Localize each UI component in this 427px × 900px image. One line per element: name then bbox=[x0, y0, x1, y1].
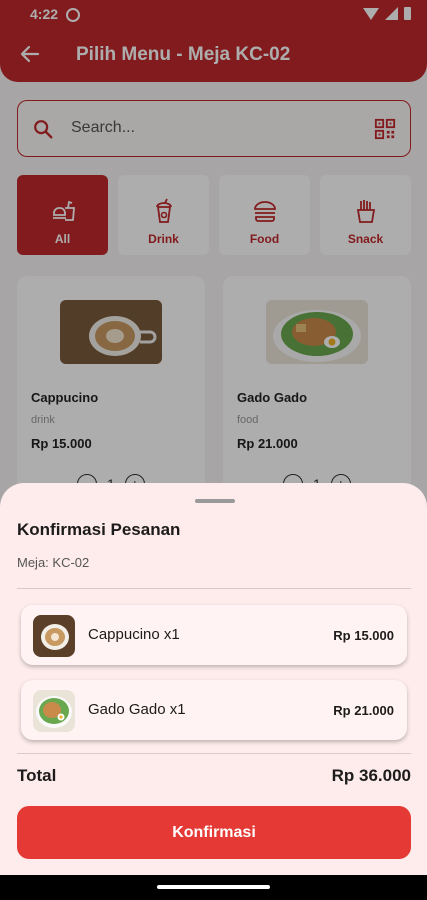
sheet-title: Konfirmasi Pesanan bbox=[17, 520, 181, 539]
divider bbox=[17, 753, 411, 754]
table-label: Meja: KC-02 bbox=[17, 555, 90, 570]
order-item: Cappucino x1 Rp 15.000 bbox=[21, 605, 407, 665]
system-nav-bar bbox=[0, 875, 427, 900]
order-confirmation-sheet: Konfirmasi Pesanan Meja: KC-02 Cappucino… bbox=[0, 483, 427, 875]
order-item-name: Gado Gado x1 bbox=[88, 701, 186, 718]
order-item-price: Rp 15.000 bbox=[333, 628, 394, 643]
total-value: Rp 36.000 bbox=[331, 766, 411, 785]
cappuccino-thumbnail bbox=[33, 615, 75, 657]
order-item-name: Cappucino x1 bbox=[88, 626, 180, 643]
order-item-price: Rp 21.000 bbox=[333, 703, 394, 718]
confirm-button[interactable]: Konfirmasi bbox=[17, 806, 411, 859]
gado-gado-thumbnail bbox=[33, 690, 75, 732]
drag-handle[interactable] bbox=[195, 499, 235, 503]
order-item: Gado Gado x1 Rp 21.000 bbox=[21, 680, 407, 740]
total-label: Total bbox=[17, 766, 57, 785]
screen: 4:22 Pilih Menu - Meja KC-02 Search... A… bbox=[0, 0, 427, 875]
divider bbox=[17, 588, 411, 589]
home-gesture-handle[interactable] bbox=[157, 885, 270, 889]
